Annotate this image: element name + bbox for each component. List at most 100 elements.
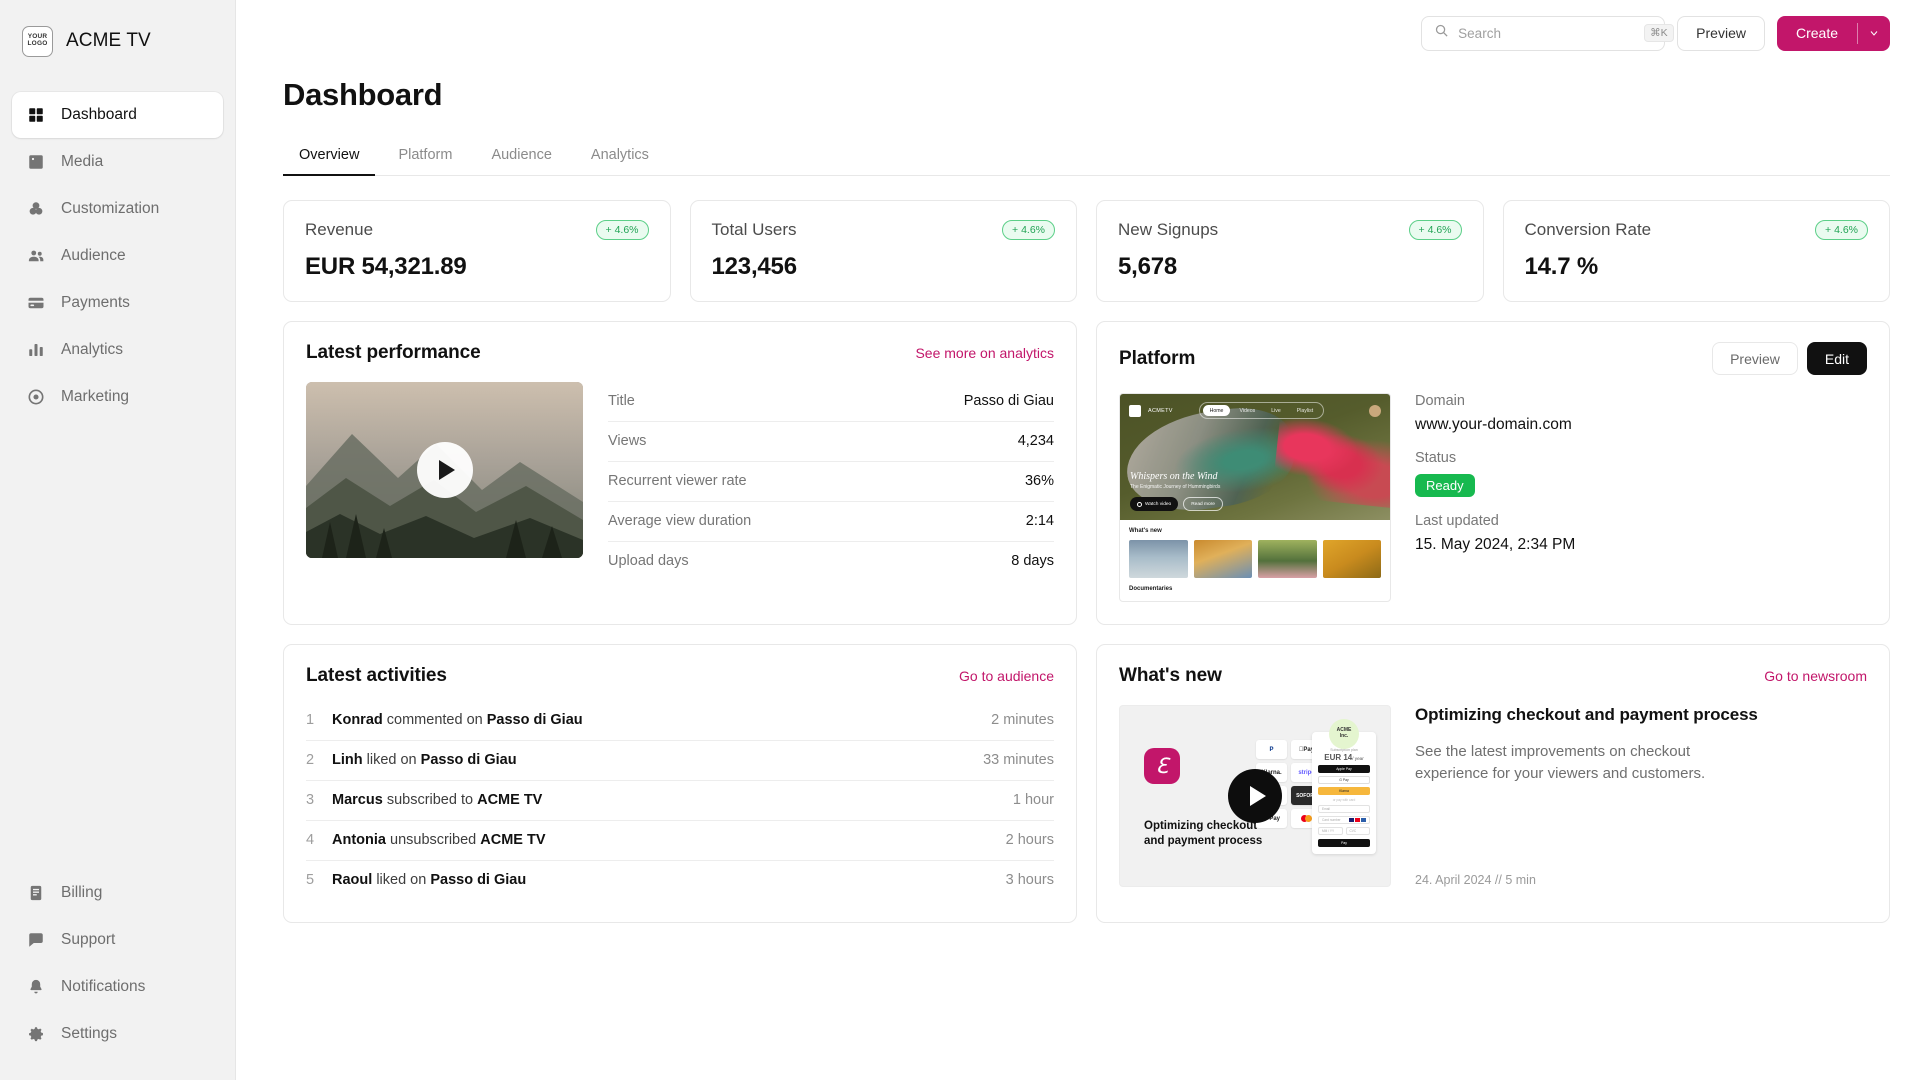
sidebar-secondary-nav: Billing Support Notifications Settings bbox=[0, 870, 235, 1080]
video-thumbnail[interactable] bbox=[306, 382, 583, 558]
news-thumbnail[interactable]: ℇ Optimizing checkout and payment proces… bbox=[1119, 705, 1391, 887]
activity-index: 5 bbox=[306, 872, 315, 888]
news-description: See the latest improvements on checkout … bbox=[1415, 743, 1706, 782]
email-field: Email bbox=[1318, 805, 1370, 813]
activity-text: Antonia unsubscribed ACME TV bbox=[332, 832, 992, 848]
tab-bar: Overview Platform Audience Analytics bbox=[283, 138, 1890, 176]
list-item[interactable]: 5 Raoul liked on Passo di Giau 3 hours bbox=[306, 861, 1054, 900]
invoice-preview: ACME Inc. Subscription plan EUR 14/ year… bbox=[1312, 719, 1376, 854]
stat-row: Views 4,234 bbox=[608, 422, 1054, 462]
logo-icon: YOUR LOGO bbox=[22, 25, 53, 57]
chat-icon bbox=[26, 930, 46, 950]
list-item[interactable]: 4 Antonia unsubscribed ACME TV 2 hours bbox=[306, 821, 1054, 861]
site-hero: ACMETV Home Videos Live Playlist Whisper… bbox=[1120, 394, 1390, 520]
play-circle-icon bbox=[1137, 501, 1142, 507]
image-icon bbox=[26, 152, 46, 172]
activity-text: Marcus subscribed to ACME TV bbox=[332, 792, 999, 808]
stat-key: Upload days bbox=[608, 553, 689, 569]
search-input[interactable] bbox=[1458, 25, 1636, 41]
play-button[interactable] bbox=[416, 442, 473, 498]
platform-preview-button[interactable]: Preview bbox=[1712, 342, 1798, 375]
site-preview[interactable]: ACMETV Home Videos Live Playlist Whisper… bbox=[1119, 393, 1391, 602]
create-button-group[interactable]: Create bbox=[1776, 15, 1890, 51]
performance-stats: Title Passo di Giau Views 4,234 Recurren… bbox=[608, 382, 1054, 581]
card-title: Platform bbox=[1119, 347, 1196, 369]
stat-value: 8 days bbox=[1011, 553, 1054, 569]
sidebar-item-notifications[interactable]: Notifications bbox=[12, 964, 223, 1010]
site-nav-playlist: Playlist bbox=[1296, 407, 1314, 414]
activity-index: 1 bbox=[306, 712, 315, 728]
site-watch-video-label: Watch video bbox=[1145, 501, 1172, 507]
sidebar-item-billing[interactable]: Billing bbox=[12, 870, 223, 916]
activity-verb: subscribed to bbox=[386, 792, 474, 808]
go-to-audience-link[interactable]: Go to audience bbox=[959, 668, 1054, 684]
sidebar-item-customization[interactable]: Customization bbox=[12, 186, 223, 232]
site-thumb bbox=[1129, 540, 1188, 578]
site-thumb-grid bbox=[1129, 540, 1381, 578]
preview-button[interactable]: Preview bbox=[1677, 15, 1765, 51]
page-title: Dashboard bbox=[283, 77, 443, 112]
tab-audience[interactable]: Audience bbox=[475, 138, 567, 176]
list-item[interactable]: 1 Konrad commented on Passo di Giau 2 mi… bbox=[306, 701, 1054, 741]
sidebar-label-dashboard: Dashboard bbox=[61, 106, 137, 123]
card-label: Card number bbox=[1322, 818, 1341, 822]
list-item[interactable]: 2 Linh liked on Passo di Giau 33 minutes bbox=[306, 741, 1054, 781]
see-more-analytics-link[interactable]: See more on analytics bbox=[915, 345, 1054, 361]
brand[interactable]: YOUR LOGO ACME TV bbox=[0, 0, 235, 66]
document-icon bbox=[26, 883, 46, 903]
sidebar-label-customization: Customization bbox=[61, 200, 160, 217]
credit-card-icon bbox=[26, 293, 46, 313]
tab-platform[interactable]: Platform bbox=[382, 138, 468, 176]
sidebar-item-support[interactable]: Support bbox=[12, 917, 223, 963]
site-section-title: What's new bbox=[1129, 528, 1162, 534]
sidebar-item-media[interactable]: Media bbox=[12, 139, 223, 185]
sidebar-item-audience[interactable]: Audience bbox=[12, 233, 223, 279]
sidebar-label-payments: Payments bbox=[61, 294, 130, 311]
tab-overview[interactable]: Overview bbox=[283, 138, 376, 176]
news-thumb-caption: Optimizing checkout and payment process bbox=[1144, 819, 1263, 848]
activity-target: Passo di Giau bbox=[420, 752, 517, 768]
platform-meta: Domain www.your-domain.com Status Ready … bbox=[1415, 393, 1867, 602]
target-icon bbox=[26, 387, 46, 407]
kpi-value: 5,678 bbox=[1118, 253, 1178, 280]
stat-value: 2:14 bbox=[1025, 513, 1054, 529]
chevron-down-icon[interactable] bbox=[1858, 16, 1890, 51]
status-badge: + 4.6% bbox=[595, 220, 649, 240]
activity-verb: commented on bbox=[386, 712, 483, 728]
site-read-more-button: Read more bbox=[1183, 497, 1223, 511]
stat-row: Upload days 8 days bbox=[608, 542, 1054, 581]
activity-target: ACME TV bbox=[477, 792, 543, 808]
price-amount: EUR 14 bbox=[1324, 753, 1353, 762]
list-item[interactable]: 3 Marcus subscribed to ACME TV 1 hour bbox=[306, 781, 1054, 821]
pay-separator: or pay with card bbox=[1332, 798, 1356, 802]
expiry-field: MM / YY bbox=[1318, 827, 1343, 835]
sidebar-item-dashboard[interactable]: Dashboard bbox=[12, 92, 223, 138]
main-area: ⌘K Preview Create Dashboard Overview Pla… bbox=[236, 0, 1920, 1080]
sidebar-label-media: Media bbox=[61, 153, 104, 170]
sidebar-label-audience: Audience bbox=[61, 247, 126, 264]
site-nav-videos: Videos bbox=[1239, 407, 1256, 414]
tab-analytics[interactable]: Analytics bbox=[575, 138, 665, 176]
sidebar-label-notifications: Notifications bbox=[61, 978, 146, 995]
activity-list: 1 Konrad commented on Passo di Giau 2 mi… bbox=[306, 701, 1054, 900]
badge-line-2: Inc. bbox=[1339, 733, 1349, 739]
site-hero-buttons: Watch video Read more bbox=[1130, 497, 1223, 511]
site-thumb bbox=[1193, 540, 1252, 578]
site-logo-icon bbox=[1129, 404, 1141, 417]
sidebar-item-analytics[interactable]: Analytics bbox=[12, 327, 223, 373]
activity-actor: Marcus bbox=[332, 792, 383, 808]
create-button[interactable]: Create bbox=[1777, 16, 1857, 51]
sidebar-item-settings[interactable]: Settings bbox=[12, 1011, 223, 1057]
play-button[interactable] bbox=[1228, 769, 1282, 823]
platform-edit-button[interactable]: Edit bbox=[1806, 342, 1867, 375]
site-nav-live: Live bbox=[1271, 407, 1281, 414]
sidebar-item-marketing[interactable]: Marketing bbox=[12, 374, 223, 420]
sidebar-label-billing: Billing bbox=[61, 884, 103, 901]
search-box[interactable]: ⌘K bbox=[1421, 15, 1674, 51]
go-to-newsroom-link[interactable]: Go to newsroom bbox=[1764, 668, 1867, 684]
sidebar-item-payments[interactable]: Payments bbox=[12, 280, 223, 326]
status-badge: + 4.6% bbox=[1408, 220, 1462, 240]
plan-price: EUR 14/ year bbox=[1318, 753, 1370, 762]
cvc-label: CVC bbox=[1349, 829, 1357, 833]
activity-actor: Raoul bbox=[332, 872, 373, 888]
